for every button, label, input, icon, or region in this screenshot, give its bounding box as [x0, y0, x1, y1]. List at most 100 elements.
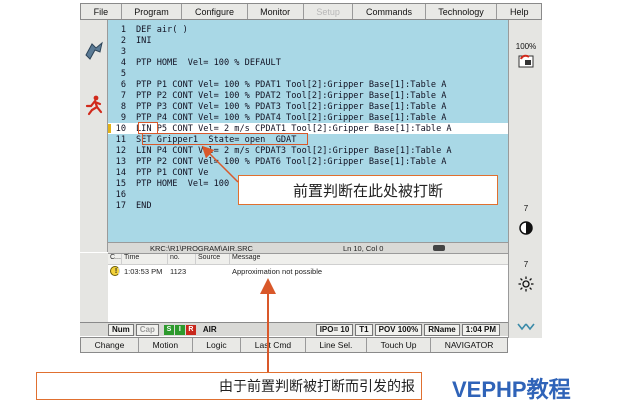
line-code: LIN P4 CONT Vel= 2 m/s CPDAT3 Tool[2]:Gr…	[136, 145, 452, 156]
status-left	[80, 322, 108, 336]
num-lock-indicator: Num	[108, 323, 134, 336]
caps-lock-indicator: Cap	[135, 323, 159, 336]
robot-name-indicator: RName	[424, 323, 460, 336]
line-code: SET Gripper1 State= open GDAT	[136, 134, 297, 145]
program-line[interactable]: 13 PTP P2 CONT Vel= 100 % PDAT6 Tool[2]:G…	[108, 156, 508, 167]
program-line[interactable]: 1 DEF air( )	[108, 24, 508, 35]
softkey-change[interactable]: Change	[81, 338, 139, 352]
program-line[interactable]: 5	[108, 68, 508, 79]
line-number: 1	[120, 24, 126, 35]
kuka-hmi-screen: File Program Configure Monitor Setup Commands…	[0, 0, 640, 416]
program-override-indicator: POV 100%	[374, 323, 423, 336]
line-code: PTP P4 CONT Vel= 100 % PDAT4 Tool[2]:Gri…	[136, 112, 447, 123]
line-code: PTP P1 CONT Vel= 100 % PDAT1 Tool[2]:Gri…	[136, 79, 447, 90]
interpreter-status-i: I	[174, 324, 185, 335]
file-path-bar: KRC:\R1\PROGRAM\AIR.SRC Ln 10, Col 0	[108, 242, 508, 253]
message-time: 1:03:53 PM	[124, 266, 163, 276]
robot-config-icon[interactable]	[82, 40, 106, 62]
line-number: 16	[115, 189, 126, 200]
menu-help[interactable]: Help	[497, 4, 541, 19]
message-row[interactable]: ! 1:03:53 PM 1123 Approximation not poss…	[108, 265, 508, 277]
menu-bar: File Program Configure Monitor Setup Commands…	[80, 3, 542, 20]
line-code: PTP P1 CONT Ve	[136, 167, 209, 178]
line-number: 3	[120, 46, 126, 57]
annotation-bottom: 由于前置判断被打断而引发的报	[36, 372, 422, 400]
brightness-label: 7	[523, 204, 529, 213]
softkey-navigator[interactable]: NAVIGATOR	[431, 338, 507, 352]
line-number: 9	[120, 112, 126, 123]
message-window[interactable]: C... Time no. Source Message ! 1:03:53 P…	[108, 253, 508, 323]
connection-indicator-icon	[433, 245, 446, 251]
left-toolbar	[80, 20, 108, 252]
cursor-position: Ln 10, Col 0	[342, 243, 384, 253]
robot-status-r: R	[185, 324, 196, 335]
program-line[interactable]: 7 PTP P2 CONT Vel= 100 % PDAT2 Tool[2]:Gr…	[108, 90, 508, 101]
col-no: no.	[168, 254, 196, 264]
line-number: 7	[120, 90, 126, 101]
annotation-top: 前置判断在此处被打断	[238, 175, 498, 205]
file-path: KRC:\R1\PROGRAM\AIR.SRC	[150, 243, 253, 253]
program-line[interactable]: 3	[108, 46, 508, 57]
menu-monitor[interactable]: Monitor	[248, 4, 304, 19]
program-line[interactable]: 2 INI	[108, 35, 508, 46]
line-number: 6	[120, 79, 126, 90]
line-number: 17	[115, 200, 126, 211]
current-line-marker	[108, 124, 111, 133]
line-code: LIN P5 CONT Vel= 2 m/s CPDAT1 Tool[2]:Gr…	[136, 123, 452, 134]
line-code: PTP P2 CONT Vel= 100 % PDAT6 Tool[2]:Gri…	[136, 156, 447, 167]
program-line[interactable]: 10 LIN P5 CONT Vel= 2 m/s CPDAT1 Tool[2]:…	[108, 123, 508, 134]
menu-commands[interactable]: Commands	[353, 4, 426, 19]
sun-icon[interactable]	[509, 276, 543, 294]
line-code: PTP HOME Vel= 100	[136, 178, 230, 189]
running-man-icon[interactable]	[82, 94, 106, 116]
watermark: VEPHP教程	[452, 377, 571, 402]
line-number: 11	[115, 134, 126, 145]
line-number: 15	[115, 178, 126, 189]
line-number: 10	[108, 123, 136, 134]
col-time: Time	[122, 254, 168, 264]
brightness-value: 7	[523, 260, 529, 269]
program-line[interactable]: 4 PTP HOME Vel= 100 % DEFAULT	[108, 57, 508, 68]
override-icon[interactable]	[509, 53, 543, 71]
program-line[interactable]: 6 PTP P1 CONT Vel= 100 % PDAT1 Tool[2]:Gr…	[108, 79, 508, 90]
line-code: PTP HOME Vel= 100 % DEFAULT	[136, 57, 281, 68]
softkey-last-cmd[interactable]: Last Cmd	[241, 338, 306, 352]
override-label: 100%	[515, 42, 537, 51]
program-line[interactable]: 8 PTP P3 CONT Vel= 100 % PDAT3 Tool[2]:Gr…	[108, 101, 508, 112]
program-editor[interactable]: 1 DEF air( ) 2 INI 3 4 PTP HOME Vel= 100 % DEF…	[108, 20, 508, 242]
message-header: C... Time no. Source Message	[108, 254, 508, 265]
program-name-indicator: AIR	[202, 325, 217, 334]
softkey-motion[interactable]: Motion	[139, 338, 193, 352]
line-code: PTP P2 CONT Vel= 100 % PDAT2 Tool[2]:Gri…	[136, 90, 447, 101]
col-c: C...	[108, 254, 122, 264]
interpreter-status: S I R	[161, 324, 200, 336]
program-line[interactable]: 12 LIN P4 CONT Vel= 2 m/s CPDAT3 Tool[2]:…	[108, 145, 508, 156]
softkey-line-sel[interactable]: Line Sel.	[306, 338, 368, 352]
menu-file[interactable]: File	[81, 4, 122, 19]
menu-technology[interactable]: Technology	[426, 4, 498, 19]
submit-status-s: S	[163, 324, 174, 335]
contrast-icon[interactable]	[509, 220, 543, 238]
mode-indicator: T1	[355, 323, 373, 336]
line-code: DEF air( )	[136, 24, 188, 35]
col-message: Message	[232, 254, 261, 261]
line-number: 13	[115, 156, 126, 167]
message-number: 1123	[170, 266, 187, 276]
status-bar: Num Cap S I R AIR IPO= 10 T1 POV 100% RN…	[108, 322, 508, 336]
menu-program[interactable]: Program	[122, 4, 183, 19]
ipo-indicator: IPO= 10	[315, 323, 354, 336]
line-code: INI	[136, 35, 152, 46]
program-line[interactable]: 11 SET Gripper1 State= open GDAT	[108, 134, 508, 145]
chevron-down-icon[interactable]	[509, 322, 543, 334]
line-number: 14	[115, 167, 126, 178]
line-code: END	[136, 200, 152, 211]
line-number: 8	[120, 101, 126, 112]
menu-setup[interactable]: Setup	[304, 4, 354, 19]
program-line[interactable]: 9 PTP P4 CONT Vel= 100 % PDAT4 Tool[2]:Gr…	[108, 112, 508, 123]
menu-configure[interactable]: Configure	[182, 4, 248, 19]
right-toolbar: 100% 7 7	[508, 20, 542, 338]
softkey-logic[interactable]: Logic	[193, 338, 242, 352]
softkey-touch-up[interactable]: Touch Up	[367, 338, 432, 352]
message-left-panel	[80, 253, 108, 323]
message-text: Approximation not possible	[232, 266, 323, 276]
